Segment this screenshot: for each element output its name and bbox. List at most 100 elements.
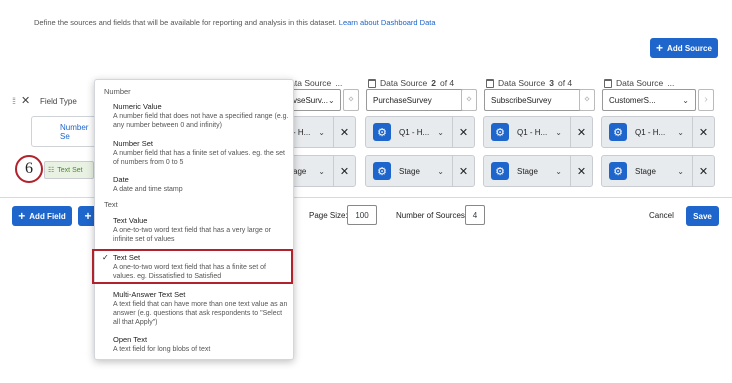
group-header-number: Number bbox=[104, 87, 131, 96]
gear-icon[interactable]: ⚙ bbox=[373, 162, 391, 180]
page-size-label: Page Size: bbox=[309, 211, 348, 220]
close-icon[interactable]: ✕ bbox=[692, 117, 714, 147]
source-reorder-button[interactable]: ⋄ bbox=[461, 89, 477, 111]
gear-icon[interactable]: ⚙ bbox=[491, 162, 509, 180]
text-set-icon: ☷ bbox=[48, 167, 55, 174]
close-icon[interactable]: ✕ bbox=[692, 156, 714, 186]
option-date[interactable]: Date A date and time stamp bbox=[113, 175, 289, 194]
close-icon[interactable]: ✕ bbox=[452, 117, 474, 147]
field-type-label: Text Set bbox=[57, 166, 83, 174]
page-size-input[interactable]: 100 bbox=[347, 205, 377, 225]
dataset-editor: Define the sources and fields that will … bbox=[0, 0, 732, 383]
description-body: Define the sources and fields that will … bbox=[34, 18, 337, 27]
gear-icon[interactable]: ⚙ bbox=[609, 123, 627, 141]
description-text: Define the sources and fields that will … bbox=[34, 18, 436, 27]
data-source-title-2: Data Source 2 of 4 bbox=[368, 78, 454, 88]
plus-icon: + bbox=[18, 209, 26, 223]
field-type-dropdown: Number Numeric Value A number field that… bbox=[94, 79, 294, 360]
calendar-icon bbox=[604, 78, 612, 88]
data-source-select-value: PurchaseSurvey bbox=[373, 95, 432, 105]
option-numeric-value[interactable]: Numeric Value A number field that does n… bbox=[113, 102, 289, 130]
close-icon[interactable]: ✕ bbox=[333, 117, 355, 147]
field-type-label: Number Se bbox=[60, 122, 89, 141]
data-source-title-suffix: of 4 bbox=[439, 78, 455, 88]
option-open-text[interactable]: Open Text A text field for long blobs of… bbox=[113, 335, 289, 354]
option-multi-answer-text-set[interactable]: Multi-Answer Text Set A text field that … bbox=[113, 290, 289, 327]
field-mapping-cell[interactable]: ⚙ Stage ⌄ ✕ bbox=[601, 155, 715, 187]
source-reorder-button[interactable]: ⋄ bbox=[579, 89, 595, 111]
data-source-title-3: Data Source 3 of 4 bbox=[486, 78, 572, 88]
source-reorder-button[interactable]: ⋄ bbox=[343, 89, 359, 111]
field-type-cell-1[interactable]: Number Se bbox=[31, 116, 97, 147]
option-title: Date bbox=[113, 175, 129, 184]
selection-highlight-box bbox=[92, 249, 293, 284]
drag-handle-icon[interactable]: ⁞⁞ bbox=[12, 96, 16, 106]
field-type-text-set[interactable]: ☷ Text Set bbox=[44, 161, 94, 179]
chevron-down-icon: ⌄ bbox=[677, 127, 684, 137]
add-field-button[interactable]: + Add Field bbox=[12, 206, 72, 226]
field-mapping-cell[interactable]: ⚙ Q1 - H... ⌄ ✕ bbox=[365, 116, 475, 148]
option-title: Numeric Value bbox=[113, 102, 162, 111]
data-source-select-3[interactable]: SubscribeSurvey ⌄ bbox=[484, 89, 594, 111]
num-sources-input[interactable]: 4 bbox=[465, 205, 485, 225]
chevron-down-icon: ⌄ bbox=[327, 95, 335, 105]
gear-icon[interactable]: ⚙ bbox=[609, 162, 627, 180]
step-number-badge: 6 bbox=[15, 155, 43, 183]
field-mapping-cell[interactable]: ⚙ Stage ⌄ ✕ bbox=[483, 155, 593, 187]
field-type-header: Field Type bbox=[40, 97, 77, 106]
data-source-select-value: SubscribeSurvey bbox=[491, 95, 552, 105]
plus-icon: + bbox=[656, 41, 664, 55]
field-mapping-label: Stage bbox=[635, 166, 656, 176]
field-mapping-cell[interactable]: ⚙ Q1 - H... ⌄ ✕ bbox=[601, 116, 715, 148]
field-mapping-cell[interactable]: age ⌄ ✕ bbox=[286, 155, 356, 187]
option-desc: A date and time stamp bbox=[113, 186, 183, 193]
close-icon[interactable]: ✕ bbox=[570, 156, 592, 186]
chevron-down-icon: ⌄ bbox=[318, 166, 325, 176]
data-source-title-suffix: ... bbox=[667, 78, 675, 88]
close-icon[interactable]: ✕ bbox=[333, 156, 355, 186]
field-mapping-label: Q1 - H... bbox=[399, 127, 430, 137]
gear-icon[interactable]: ⚙ bbox=[491, 123, 509, 141]
chevron-down-icon: ⌄ bbox=[318, 127, 325, 137]
data-source-select-2[interactable]: PurchaseSurvey ⌄ bbox=[366, 89, 476, 111]
field-mapping-label: Stage bbox=[399, 166, 420, 176]
chevron-down-icon: ⌄ bbox=[677, 166, 684, 176]
save-button[interactable]: Save bbox=[686, 206, 719, 226]
next-sources-button[interactable]: › bbox=[698, 89, 714, 111]
chevron-down-icon: ⌄ bbox=[555, 127, 562, 137]
field-mapping-cell[interactable]: ⚙ Stage ⌄ ✕ bbox=[365, 155, 475, 187]
add-source-label: Add Source bbox=[667, 43, 712, 53]
data-source-select-4[interactable]: CustomerS... ⌄ bbox=[602, 89, 696, 111]
chevron-down-icon: ⌄ bbox=[437, 166, 444, 176]
chevron-down-icon: ⌄ bbox=[437, 127, 444, 137]
data-source-title-4: Data Source ... bbox=[604, 78, 674, 88]
option-desc: A number field that does not have a spec… bbox=[113, 113, 289, 129]
option-desc: A number field that has a finite set of … bbox=[113, 150, 285, 166]
option-desc: A text field that can have more than one… bbox=[113, 301, 288, 326]
learn-more-link[interactable]: Learn about Dashboard Data bbox=[339, 18, 436, 27]
field-mapping-cell[interactable]: - H... ⌄ ✕ bbox=[286, 116, 356, 148]
data-source-title-suffix: ... bbox=[335, 78, 343, 88]
data-source-title-text: Data Source bbox=[616, 78, 664, 88]
num-sources-label: Number of Sources: bbox=[396, 211, 468, 220]
save-label: Save bbox=[693, 211, 712, 221]
close-icon[interactable]: ✕ bbox=[21, 94, 30, 107]
option-text-value[interactable]: Text Value A one-to-two word text field … bbox=[113, 216, 289, 244]
calendar-icon bbox=[368, 78, 376, 88]
field-mapping-cell[interactable]: ⚙ Q1 - H... ⌄ ✕ bbox=[483, 116, 593, 148]
option-number-set[interactable]: Number Set A number field that has a fin… bbox=[113, 139, 289, 167]
data-source-select-1[interactable]: vseSurv... ⌄ bbox=[286, 89, 341, 111]
close-icon[interactable]: ✕ bbox=[570, 117, 592, 147]
field-mapping-label: Q1 - H... bbox=[635, 127, 666, 137]
data-source-title-text: Data Source bbox=[498, 78, 546, 88]
gear-icon[interactable]: ⚙ bbox=[373, 123, 391, 141]
add-source-button[interactable]: + Add Source bbox=[650, 38, 718, 58]
group-header-text: Text bbox=[104, 200, 118, 209]
option-title: Open Text bbox=[113, 335, 148, 344]
cancel-button[interactable]: Cancel bbox=[649, 211, 674, 220]
close-icon[interactable]: ✕ bbox=[452, 156, 474, 186]
field-mapping-label: Stage bbox=[517, 166, 538, 176]
field-mapping-label: Q1 - H... bbox=[517, 127, 548, 137]
plus-icon: + bbox=[84, 209, 92, 223]
chevron-down-icon: ⌄ bbox=[682, 95, 689, 105]
